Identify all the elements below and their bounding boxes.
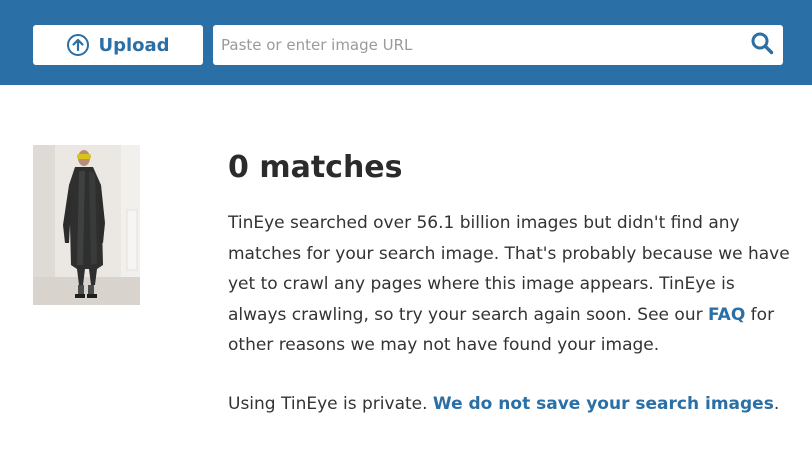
upload-arrow-icon <box>66 33 90 57</box>
privacy-link[interactable]: We do not save your search images <box>433 394 774 414</box>
upload-button[interactable]: Upload <box>33 25 203 65</box>
privacy-note: Using TinEye is private. We do not save … <box>228 389 798 420</box>
top-bar: Upload <box>0 0 812 85</box>
image-url-input[interactable] <box>221 25 741 65</box>
match-count-heading: 0 matches <box>228 150 403 185</box>
search-button[interactable] <box>749 32 775 58</box>
privacy-text-end: . <box>773 393 780 414</box>
results-panel: 0 matches TinEye searched over 56.1 bill… <box>228 148 798 419</box>
faq-link[interactable]: FAQ <box>708 305 745 325</box>
privacy-text: Using TinEye is private. <box>228 393 433 414</box>
search-box <box>213 25 783 65</box>
description-text: TinEye searched over 56.1 billion images… <box>228 213 790 325</box>
upload-label: Upload <box>98 34 170 56</box>
search-icon <box>750 31 774 59</box>
results-description: TinEye searched over 56.1 billion images… <box>228 208 798 361</box>
search-image-thumbnail[interactable] <box>33 145 140 305</box>
